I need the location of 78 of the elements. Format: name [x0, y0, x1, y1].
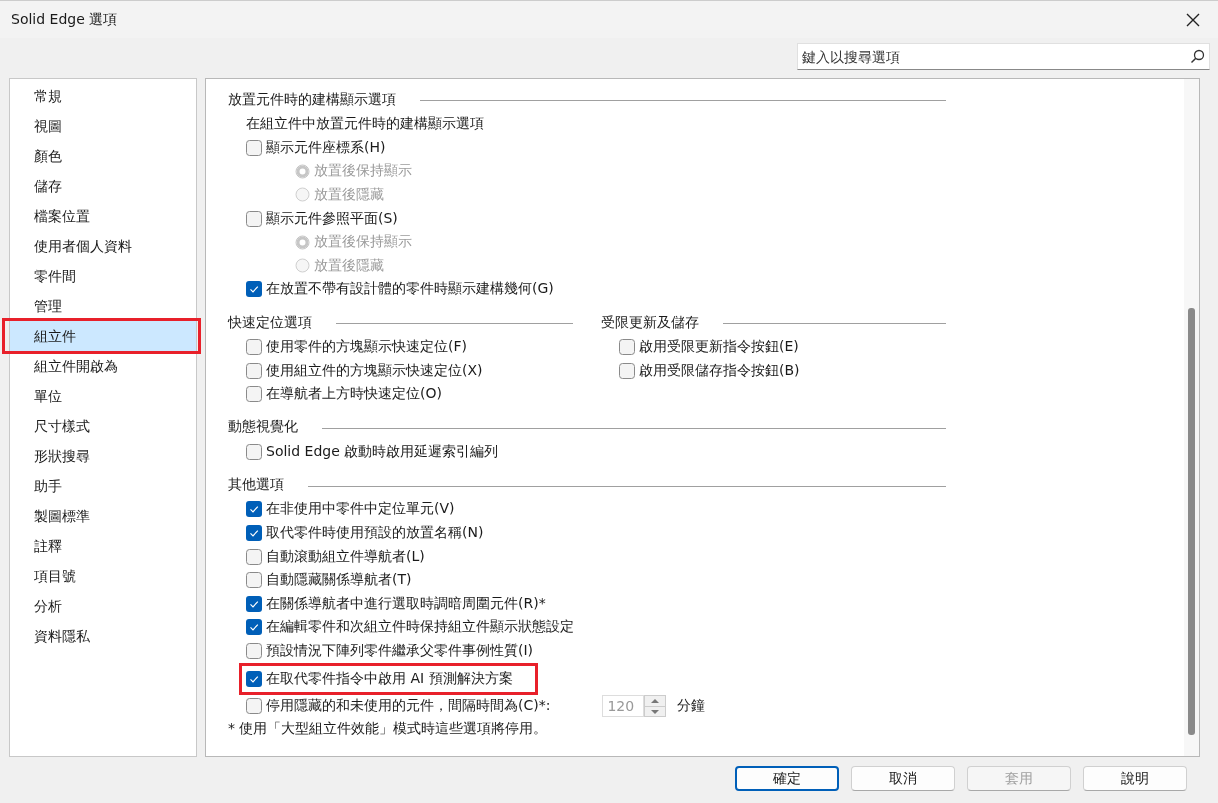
unit-label: 分鐘 — [677, 697, 706, 716]
checkbox[interactable] — [246, 524, 262, 541]
footnote: * 使用「大型組立件效能」模式時這些選項將停用。 — [228, 719, 549, 739]
section-subtitle: 在組立件中放置元件時的建構顯示選項 — [245, 114, 485, 133]
radio-label: 放置後隱藏 — [314, 256, 384, 275]
checkbox[interactable] — [246, 281, 262, 298]
close-icon — [1186, 12, 1200, 27]
radio-label: 放置後隱藏 — [314, 186, 384, 204]
dialog-button[interactable]: 說明 — [1083, 766, 1187, 791]
checkbox-label: Solid Edge 啟動時啟用延遲索引編列 — [266, 442, 499, 461]
checkbox[interactable] — [246, 386, 262, 403]
checkbox[interactable] — [246, 443, 262, 460]
sidebar-item[interactable]: 常規 — [10, 81, 196, 111]
sidebar-item[interactable]: 儲存 — [10, 171, 196, 201]
dialog-button[interactable]: 確定 — [735, 766, 839, 791]
checkbox-label: 使用組立件的方塊顯示快速定位(X) — [266, 361, 483, 380]
checkbox-label: 自動隱藏關係導航者(T) — [266, 571, 412, 590]
checkbox[interactable] — [246, 698, 262, 715]
section-title: 快速定位選項 — [228, 313, 312, 332]
checkbox-label: 使用零件的方塊顯示快速定位(F) — [266, 337, 467, 356]
checkbox[interactable] — [246, 642, 262, 659]
sidebar-item[interactable]: 形狀搜尋 — [10, 441, 196, 471]
sidebar-item[interactable]: 零件間 — [10, 261, 196, 291]
checkbox[interactable] — [246, 338, 262, 355]
search-icon — [1190, 49, 1205, 64]
up-arrow-icon — [651, 698, 660, 705]
checkbox[interactable] — [619, 362, 635, 379]
checkbox-label: 在放置不帶有設計體的零件時顯示建構幾何(G) — [266, 280, 554, 299]
sidebar-item[interactable]: 組立件 — [10, 321, 196, 351]
sidebar-item[interactable]: 組立件開啟為 — [10, 351, 196, 381]
checkbox[interactable] — [246, 548, 262, 565]
sidebar-item[interactable]: 分析 — [10, 591, 196, 621]
section-title: 放置元件時的建構顯示選項 — [228, 90, 396, 109]
checkbox-label: 自動滾動組立件導航者(L) — [266, 547, 425, 566]
search-field[interactable]: 鍵入以搜尋選項 — [797, 43, 1210, 70]
checkbox[interactable] — [619, 338, 635, 355]
checkbox-label: 取代零件時使用預設的放置名稱(N) — [266, 523, 484, 542]
window-title: Solid Edge 選項 — [11, 10, 118, 29]
checkbox-label: 在取代零件指令中啟用 AI 預測解決方案 — [266, 669, 513, 688]
section-title: 動態視覺化 — [228, 418, 298, 437]
sidebar-item[interactable]: 顏色 — [10, 141, 196, 171]
sidebar-item[interactable]: 項目號 — [10, 561, 196, 591]
radio-label: 放置後保持顯示 — [314, 162, 412, 181]
checkbox-label: 顯示元件座標系(H) — [266, 138, 386, 157]
sidebar-item[interactable]: 製圖標準 — [10, 501, 196, 531]
checkbox-label: 在關係導航者中進行選取時調暗周圍元件(R)* — [266, 594, 546, 613]
checkbox[interactable] — [246, 619, 262, 636]
sidebar-item[interactable]: 註釋 — [10, 531, 196, 561]
checkbox-label: 啟用受限更新指令按鈕(E) — [639, 337, 799, 356]
section-title: 其他選項 — [228, 476, 284, 495]
checkbox-label: 停用隱藏的和未使用的元件，間隔時間為(C)*: — [266, 697, 551, 716]
checkbox-label: 啟用受限儲存指令按鈕(B) — [639, 361, 800, 380]
sidebar-item[interactable]: 視圖 — [10, 111, 196, 141]
spin-buttons[interactable] — [644, 695, 667, 718]
sidebar-item[interactable]: 使用者個人資料 — [10, 231, 196, 261]
sidebar-item[interactable]: 尺寸樣式 — [10, 411, 196, 441]
dialog-button[interactable]: 取消 — [851, 766, 955, 791]
sidebar-item[interactable]: 資料隱私 — [10, 621, 196, 651]
sidebar-item[interactable]: 檔案位置 — [10, 201, 196, 231]
checkbox[interactable] — [246, 210, 262, 227]
checkbox[interactable] — [246, 139, 262, 156]
checkbox-label: 在編輯零件和次組立件時保持組立件顯示狀態設定 — [266, 618, 574, 637]
checkbox-label: 在非使用中零件中定位單元(V) — [266, 500, 455, 519]
checkbox-label: 在導航者上方時快速定位(O) — [266, 385, 442, 404]
section-title: 受限更新及儲存 — [601, 313, 699, 332]
down-arrow-icon — [651, 708, 660, 715]
checkbox-label: 預設情況下陣列零件繼承父零件事例性質(I) — [266, 641, 534, 660]
checkbox[interactable] — [246, 670, 262, 687]
checkbox[interactable] — [246, 572, 262, 589]
sidebar-item[interactable]: 助手 — [10, 471, 196, 501]
checkbox[interactable] — [246, 595, 262, 612]
sidebar-item[interactable]: 管理 — [10, 291, 196, 321]
checkbox[interactable] — [246, 362, 262, 379]
checkbox-label: 顯示元件參照平面(S) — [266, 209, 398, 228]
checkbox[interactable] — [246, 501, 262, 518]
radio-label: 放置後保持顯示 — [314, 233, 412, 252]
scrollbar[interactable] — [1184, 79, 1199, 756]
sidebar-item[interactable]: 單位 — [10, 381, 196, 411]
